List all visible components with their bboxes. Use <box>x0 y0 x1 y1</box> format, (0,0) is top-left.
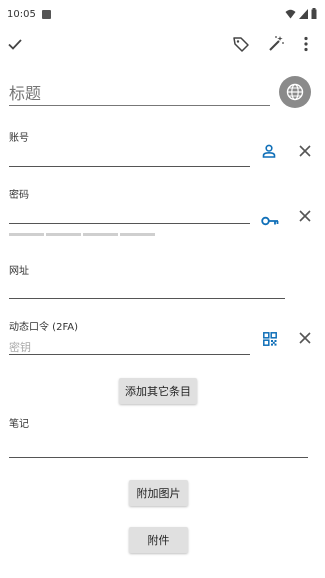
magic-wand-icon[interactable] <box>264 32 288 56</box>
notes-label: 笔记 <box>9 419 29 430</box>
password-strength-segment <box>120 233 155 236</box>
title-input[interactable] <box>9 82 270 106</box>
website-input[interactable] <box>9 298 285 299</box>
key-icon[interactable] <box>261 211 279 230</box>
otp-input[interactable] <box>9 354 250 355</box>
otp-label: 动态口令 (2FA) <box>9 322 79 333</box>
password-input[interactable] <box>9 223 250 224</box>
person-icon[interactable] <box>262 143 276 162</box>
password-strength-segment <box>83 233 118 236</box>
wifi-icon <box>285 9 296 18</box>
password-strength-segment <box>9 233 44 236</box>
notes-input[interactable] <box>9 457 308 458</box>
clear-password-icon[interactable] <box>298 209 312 223</box>
tag-icon[interactable] <box>229 32 253 56</box>
otp-key-placeholder[interactable]: 密钥 <box>9 339 31 355</box>
password-label: 密码 <box>9 190 29 201</box>
check-icon[interactable] <box>3 32 27 56</box>
attachment-button[interactable]: 附件 <box>129 527 188 553</box>
website-label: 网址 <box>9 266 29 277</box>
more-vert-icon[interactable] <box>294 32 318 56</box>
qr-code-icon[interactable] <box>263 331 277 350</box>
account-label: 账号 <box>9 133 29 144</box>
clear-account-icon[interactable] <box>298 144 312 158</box>
attach-image-button[interactable]: 附加图片 <box>129 480 188 506</box>
clear-otp-icon[interactable] <box>298 331 312 345</box>
globe-icon <box>286 83 304 101</box>
status-time: 10:05 <box>7 9 36 20</box>
add-other-entry-button[interactable]: 添加其它条目 <box>119 378 197 404</box>
website-globe-button[interactable] <box>279 76 311 108</box>
signal-icon <box>299 8 308 19</box>
account-input[interactable] <box>9 166 250 167</box>
password-strength-segment <box>46 233 81 236</box>
status-icons <box>285 8 317 19</box>
notification-icon <box>42 10 51 19</box>
battery-icon <box>311 8 317 19</box>
